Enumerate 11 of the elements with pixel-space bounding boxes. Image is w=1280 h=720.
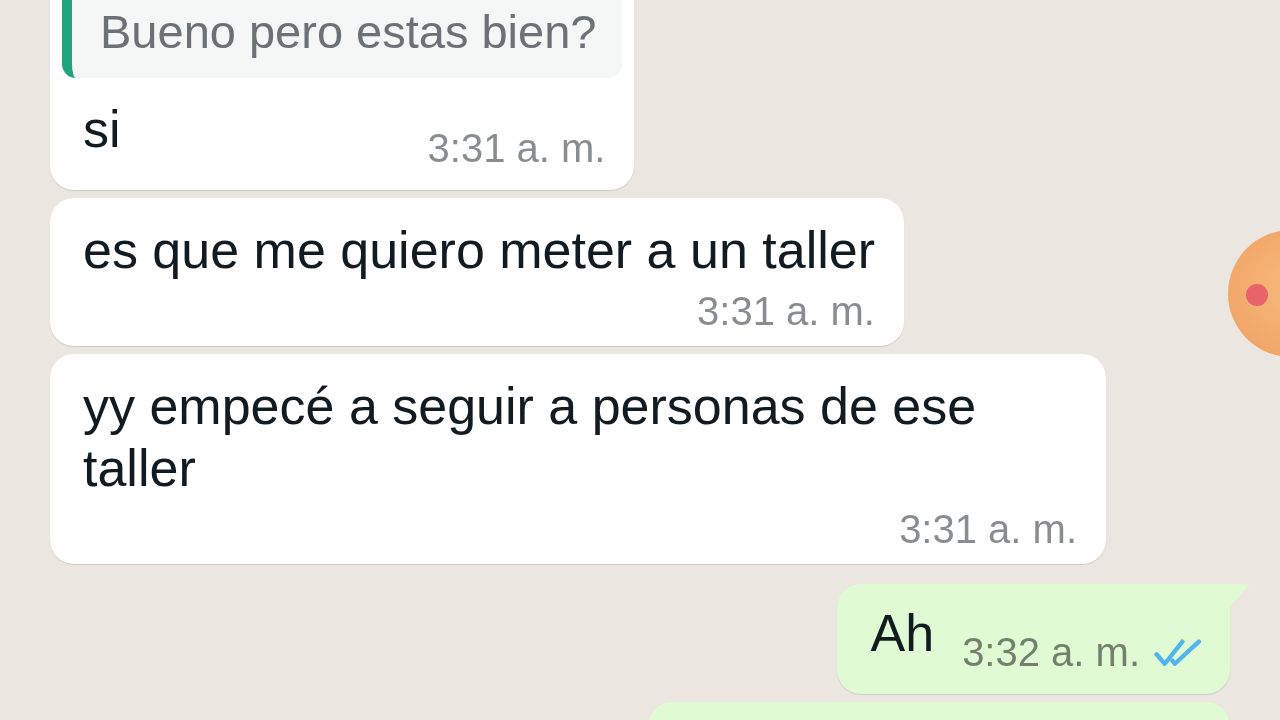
floating-bubble-icon[interactable] (1228, 230, 1280, 357)
message-text: si (83, 100, 121, 158)
message-text: yy empecé a seguir a personas de ese taller (83, 377, 977, 497)
message-text: es que me quiero meter a un taller (83, 221, 875, 279)
message-time: 3:32 a. m. (962, 630, 1140, 674)
quoted-message[interactable]: Bueno pero estas bien? (62, 0, 623, 78)
quoted-text: Bueno pero estas bien? (100, 4, 597, 60)
message-time: 3:31 a. m. (899, 507, 1077, 551)
message-text: Ah (870, 604, 935, 662)
message-time: 3:31 a. m. (697, 289, 875, 333)
message-time: 3:31 a. m. (427, 126, 606, 170)
